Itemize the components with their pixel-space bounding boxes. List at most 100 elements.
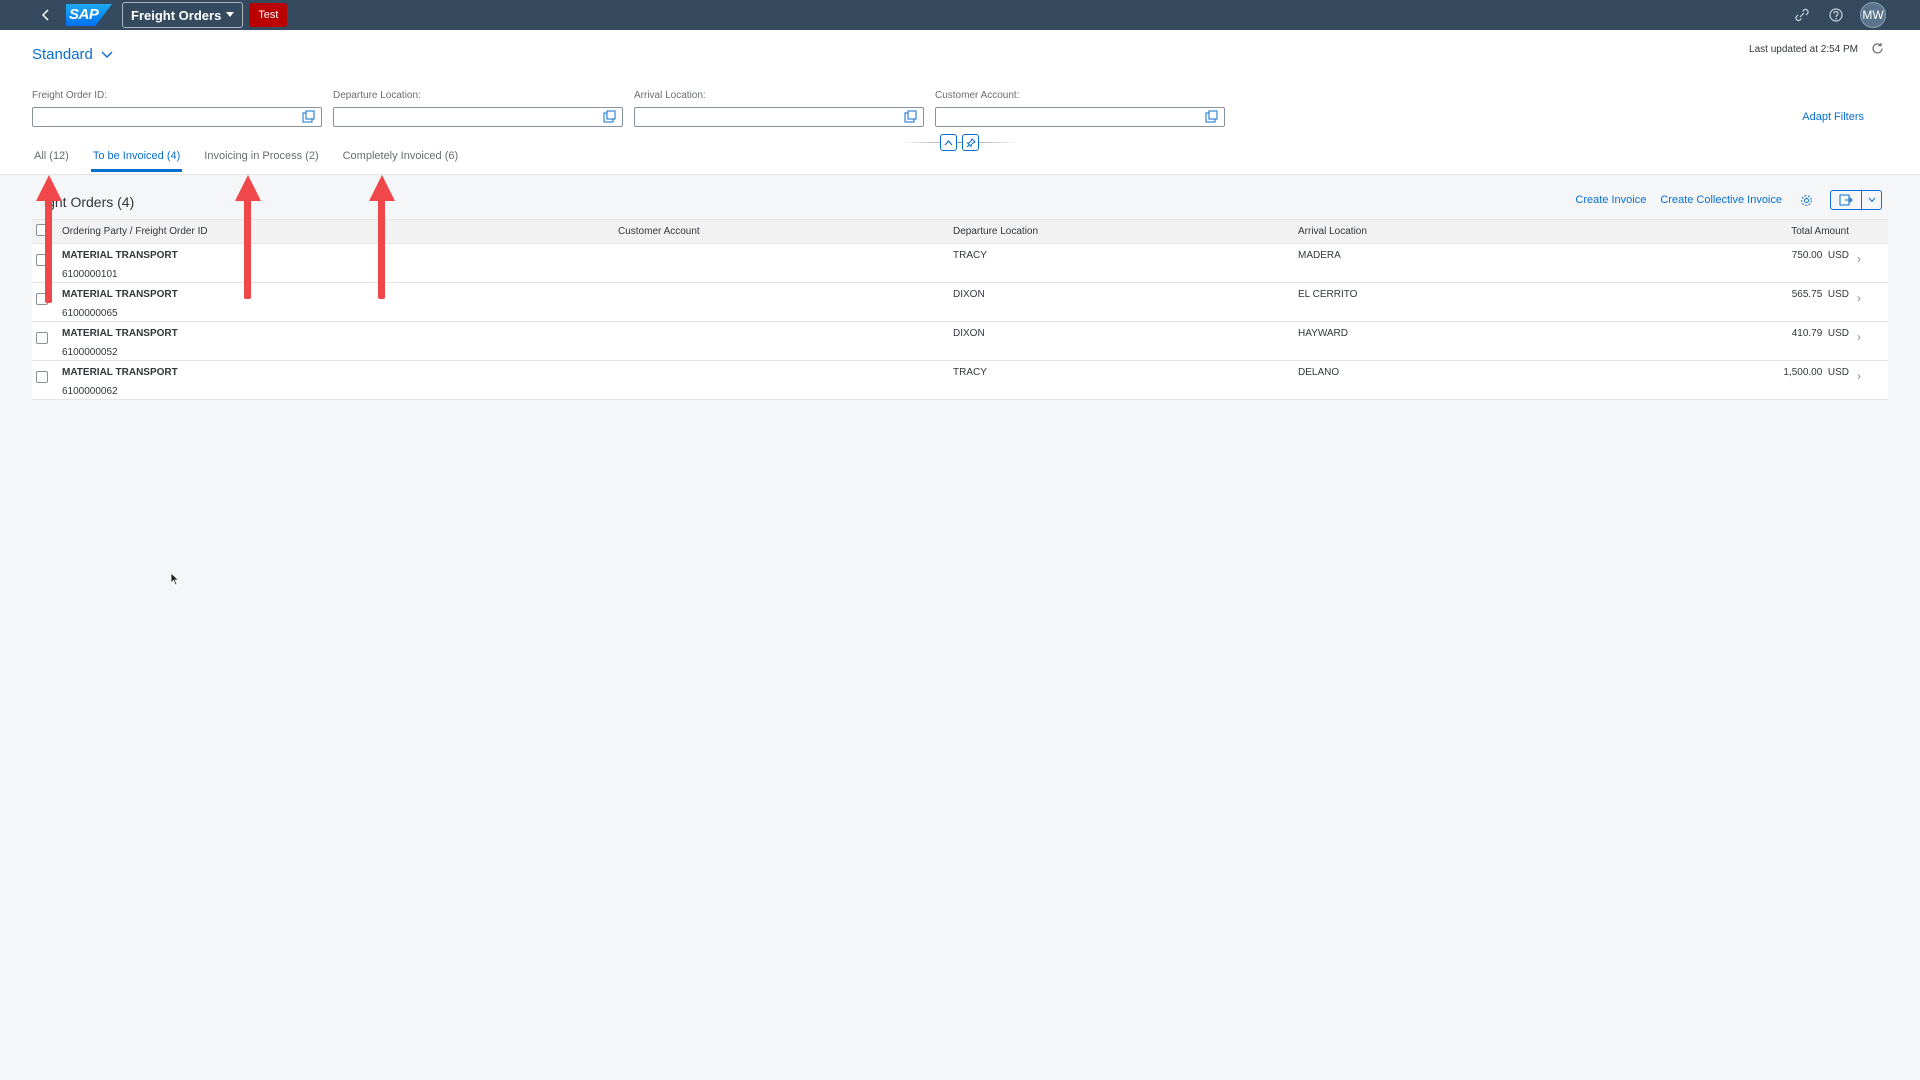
departure-location-input[interactable] — [334, 109, 622, 127]
arrival-location-input[interactable] — [635, 109, 923, 127]
tab-to-be-invoiced[interactable]: To be Invoiced (4) — [90, 150, 183, 172]
table-row[interactable]: MATERIAL TRANSPORT 6100000065 DIXON EL CE… — [32, 283, 1888, 322]
back-button[interactable] — [32, 0, 60, 30]
refresh-icon[interactable] — [1871, 42, 1884, 60]
caret-down-icon — [226, 12, 235, 17]
mouse-pointer-icon — [170, 572, 180, 586]
departure-location: DIXON — [953, 289, 985, 300]
table-toolbar: Create Invoice Create Collective Invoice — [1575, 190, 1882, 210]
table-header-row: Ordering Party / Freight Order ID Custom… — [32, 219, 1888, 244]
share-icon[interactable] — [1792, 5, 1812, 25]
filter-label: Departure Location: — [333, 90, 421, 101]
departure-location: TRACY — [953, 250, 987, 261]
user-avatar[interactable]: MW — [1860, 2, 1886, 28]
filter-header: Standard Last updated at 2:54 PM Freight… — [0, 30, 1920, 175]
departure-location: TRACY — [953, 367, 987, 378]
settings-icon[interactable] — [1796, 190, 1816, 210]
table-row[interactable]: MATERIAL TRANSPORT 6100000101 TRACY MADER… — [32, 244, 1888, 283]
system-badge: Test — [249, 3, 288, 27]
row-navigation-chevron-right-icon[interactable]: › — [1853, 361, 1888, 400]
column-header[interactable]: Total Amount — [1749, 220, 1853, 244]
annotation-arrow-invoicing-tab — [235, 175, 261, 299]
tab-all[interactable]: All (12) — [34, 150, 69, 172]
arrival-location: MADERA — [1298, 250, 1341, 261]
app-title: Freight Orders — [131, 7, 222, 23]
filter-arrival-location: Arrival Location: — [634, 90, 924, 127]
freight-order-id-input[interactable] — [33, 109, 321, 127]
ordering-party: MATERIAL TRANSPORT — [62, 328, 178, 339]
filter-customer-account: Customer Account: — [935, 90, 1225, 127]
pin-icon — [965, 137, 976, 148]
value-help-icon[interactable] — [1205, 110, 1218, 123]
app-title-menu[interactable]: Freight Orders — [122, 2, 244, 28]
customer-account — [614, 283, 949, 322]
freight-order-id: 6100000065 — [62, 308, 118, 319]
customer-account — [614, 361, 949, 400]
ordering-party: MATERIAL TRANSPORT — [62, 367, 178, 378]
collapse-header-button[interactable] — [940, 134, 957, 151]
filter-label: Freight Order ID: — [32, 90, 108, 101]
filter-departure-location: Departure Location: — [333, 90, 623, 127]
currency: USD — [1827, 289, 1849, 300]
status-tabs: All (12) To be Invoiced (4) Invoicing in… — [34, 150, 458, 172]
filter-label: Arrival Location: — [634, 90, 706, 101]
currency: USD — [1827, 250, 1849, 261]
row-checkbox[interactable] — [36, 371, 48, 383]
chevron-left-icon — [41, 9, 49, 21]
column-header[interactable]: Arrival Location — [1294, 220, 1749, 244]
total-amount: 565.75 — [1791, 289, 1823, 300]
row-navigation-chevron-right-icon[interactable]: › — [1853, 322, 1888, 361]
variant-label: Standard — [32, 46, 93, 63]
export-icon[interactable] — [1831, 191, 1861, 209]
column-header[interactable]: Customer Account — [614, 220, 949, 244]
create-invoice-button[interactable]: Create Invoice — [1575, 194, 1646, 206]
sap-logo[interactable]: SAP — [66, 4, 112, 26]
freight-orders-table-card: ight Orders (4) Create Invoice Create Co… — [32, 190, 1888, 402]
filter-label: Customer Account: — [935, 90, 1020, 101]
adapt-filters-button[interactable]: Adapt Filters — [1802, 111, 1864, 123]
customer-account — [614, 322, 949, 361]
row-navigation-chevron-right-icon[interactable]: › — [1853, 244, 1888, 283]
variant-selector[interactable]: Standard — [32, 46, 113, 63]
column-header[interactable]: Departure Location — [949, 220, 1294, 244]
arrival-location: DELANO — [1298, 367, 1340, 378]
customer-account-input[interactable] — [936, 109, 1224, 127]
freight-order-id: 6100000101 — [62, 269, 118, 280]
value-help-icon[interactable] — [302, 110, 315, 123]
pin-header-button[interactable] — [962, 134, 979, 151]
column-header[interactable]: Ordering Party / Freight Order ID — [58, 220, 614, 244]
arrival-location: HAYWARD — [1298, 328, 1348, 339]
annotation-arrow-all-tab — [36, 175, 62, 303]
total-amount: 1,500.00 — [1783, 367, 1823, 378]
export-menu-chevron-down-icon[interactable] — [1861, 191, 1881, 209]
chevron-down-icon — [101, 51, 113, 58]
freight-order-id: 6100000052 — [62, 347, 118, 358]
shell-bar: SAP Freight Orders Test MW — [0, 0, 1920, 30]
last-updated-text: Last updated at 2:54 PM — [1749, 44, 1858, 55]
row-navigation-chevron-right-icon[interactable]: › — [1853, 283, 1888, 322]
ordering-party: MATERIAL TRANSPORT — [62, 289, 178, 300]
tab-completely-invoiced[interactable]: Completely Invoiced (6) — [343, 150, 459, 172]
export-button — [1830, 190, 1882, 210]
customer-account — [614, 244, 949, 283]
filter-freight-order-id: Freight Order ID: — [32, 90, 322, 127]
value-help-icon[interactable] — [603, 110, 616, 123]
freight-order-id: 6100000062 — [62, 386, 118, 397]
total-amount: 410.79 — [1791, 328, 1823, 339]
annotation-arrow-completed-tab — [369, 175, 395, 299]
ordering-party: MATERIAL TRANSPORT — [62, 250, 178, 261]
freight-orders-table: Ordering Party / Freight Order ID Custom… — [32, 219, 1888, 400]
create-collective-invoice-button[interactable]: Create Collective Invoice — [1660, 194, 1782, 206]
tab-invoicing-in-process[interactable]: Invoicing in Process (2) — [204, 150, 318, 172]
table-row[interactable]: MATERIAL TRANSPORT 6100000062 TRACY DELAN… — [32, 361, 1888, 400]
departure-location: DIXON — [953, 328, 985, 339]
arrival-location: EL CERRITO — [1298, 289, 1358, 300]
value-help-icon[interactable] — [904, 110, 917, 123]
total-amount: 750.00 — [1791, 250, 1823, 261]
currency: USD — [1827, 367, 1849, 378]
chevron-up-icon — [944, 139, 953, 145]
row-checkbox[interactable] — [36, 332, 48, 344]
table-row[interactable]: MATERIAL TRANSPORT 6100000052 DIXON HAYWA… — [32, 322, 1888, 361]
help-icon[interactable] — [1826, 5, 1846, 25]
header-collapse-bar — [900, 133, 1020, 151]
